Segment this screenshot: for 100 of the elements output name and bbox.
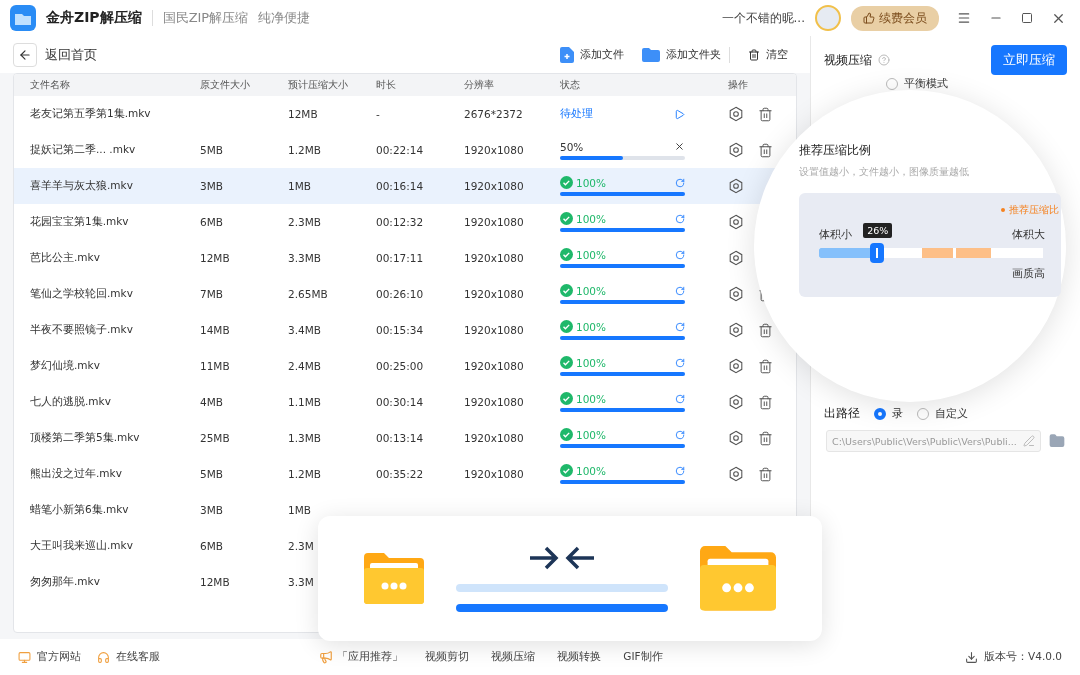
file-name: 匆匆那年.mkv xyxy=(30,575,101,589)
quality-label: 画质高 xyxy=(1012,266,1045,281)
footer-link[interactable]: 视频转换 xyxy=(557,650,602,664)
radio-label: 自定义 xyxy=(935,406,968,421)
folder-icon[interactable] xyxy=(1049,433,1065,449)
settings-icon[interactable] xyxy=(728,178,744,194)
menu-icon[interactable] xyxy=(957,11,971,25)
footer-link[interactable]: 视频压缩 xyxy=(491,650,536,664)
retry-icon[interactable] xyxy=(675,213,685,224)
trash-icon[interactable] xyxy=(758,106,773,122)
status-text: 100% xyxy=(576,284,608,297)
back-label[interactable]: 返回首页 xyxy=(45,45,97,64)
table-cell-text: 12MB xyxy=(200,576,231,588)
folder-icon xyxy=(364,553,424,604)
slider-tooltip: 26% xyxy=(863,223,893,238)
bullet-icon xyxy=(1001,208,1005,212)
trash-icon[interactable] xyxy=(758,322,773,338)
min-label: 体积小 xyxy=(819,227,852,242)
table-cell-text: 00:26:10 xyxy=(376,288,425,300)
app-name: 金舟ZIP解压缩 xyxy=(46,9,142,27)
column-header: 原文件大小 xyxy=(200,78,251,92)
close-icon[interactable] xyxy=(674,141,685,152)
max-label: 体积大 xyxy=(1012,227,1045,242)
file-name: 花园宝宝第1集.mkv xyxy=(30,215,130,229)
clear-button[interactable]: 清空 xyxy=(748,47,788,62)
trash-icon[interactable] xyxy=(758,358,773,374)
file-name: 七人的逃脱.mkv xyxy=(30,395,112,409)
retry-icon[interactable] xyxy=(675,357,685,368)
add-file-button[interactable]: 添加文件 xyxy=(560,46,624,63)
status-text: 100% xyxy=(576,428,608,441)
table-cell-text: 1920x1080 xyxy=(464,144,525,156)
check-icon xyxy=(560,428,573,441)
trash-icon[interactable] xyxy=(758,466,773,482)
radio[interactable] xyxy=(886,78,898,90)
settings-icon[interactable] xyxy=(728,430,744,446)
settings-icon[interactable] xyxy=(728,394,744,410)
table-cell-text: 2.65MB xyxy=(288,288,329,300)
radio[interactable] xyxy=(874,407,886,420)
footer-link[interactable]: 在线客服 xyxy=(97,650,160,664)
back-button[interactable] xyxy=(13,42,37,67)
settings-icon[interactable] xyxy=(728,214,744,230)
file-name: 蜡笔小新第6集.mkv xyxy=(30,503,130,517)
promo-label: 「应用推荐」 xyxy=(337,650,404,664)
play-icon[interactable] xyxy=(674,108,685,120)
table-cell-text: 12MB xyxy=(288,108,319,120)
table-cell-text: 1MB xyxy=(288,180,312,192)
table-cell-text: 1920x1080 xyxy=(464,288,525,300)
table-cell-text: 1.2MB xyxy=(288,468,322,480)
table-cell-text: 7MB xyxy=(200,288,224,300)
status-text: 100% xyxy=(576,320,608,333)
trash-icon[interactable] xyxy=(758,142,773,158)
settings-icon[interactable] xyxy=(728,358,744,374)
radio-label: 平衡模式 xyxy=(904,77,948,91)
check-icon xyxy=(560,464,573,477)
retry-icon[interactable] xyxy=(675,429,685,440)
table-cell-text: 1920x1080 xyxy=(464,324,525,336)
footer-link[interactable]: 官方网站 xyxy=(18,650,81,664)
trash-icon xyxy=(748,48,760,61)
column-header: 预计压缩大小 xyxy=(288,78,349,92)
table-cell-text: 4MB xyxy=(200,396,224,408)
settings-icon[interactable] xyxy=(728,322,744,338)
settings-icon[interactable] xyxy=(728,250,744,266)
radio[interactable] xyxy=(917,407,929,420)
check-icon xyxy=(560,320,573,333)
trash-icon[interactable] xyxy=(758,430,773,446)
check-icon xyxy=(560,392,573,405)
column-header: 状态 xyxy=(560,78,581,92)
compress-button[interactable]: 立即压缩 xyxy=(991,45,1067,75)
file-name: 喜羊羊与灰太狼.mkv xyxy=(30,179,134,193)
status-text: 100% xyxy=(576,248,608,261)
retry-icon[interactable] xyxy=(675,465,685,476)
table-cell-text: 1.3MB xyxy=(288,432,322,444)
footer-link[interactable]: GIF制作 xyxy=(623,650,663,664)
table-cell-text: 6MB xyxy=(200,216,224,228)
table-cell-text: 00:22:14 xyxy=(376,144,425,156)
retry-icon[interactable] xyxy=(675,285,685,296)
footer-link[interactable]: 视频剪切 xyxy=(425,650,470,664)
trash-icon[interactable] xyxy=(758,394,773,410)
file-name: 顶楼第二季第5集.mkv xyxy=(30,431,141,445)
table-cell-text: 00:16:14 xyxy=(376,180,425,192)
table-cell-text: 00:17:11 xyxy=(376,252,425,264)
retry-icon[interactable] xyxy=(675,321,685,332)
table-cell-text: 00:35:22 xyxy=(376,468,425,480)
version-link[interactable]: 版本号：V4.0.0 xyxy=(965,650,1062,664)
table-cell-text: 00:25:00 xyxy=(376,360,425,372)
slider-thumb[interactable] xyxy=(870,243,885,263)
table-cell-text: 00:13:14 xyxy=(376,432,425,444)
retry-icon[interactable] xyxy=(675,393,685,404)
retry-icon[interactable] xyxy=(675,177,685,188)
settings-icon[interactable] xyxy=(728,106,744,122)
table-cell-text: 1920x1080 xyxy=(464,216,525,228)
settings-icon[interactable] xyxy=(728,142,744,158)
add-folder-button[interactable]: 添加文件夹 xyxy=(642,47,721,62)
settings-icon[interactable] xyxy=(728,466,744,482)
settings-icon[interactable] xyxy=(728,286,744,302)
vip-button[interactable]: 续费会员 xyxy=(851,5,939,31)
maximize-icon[interactable] xyxy=(1021,12,1033,24)
check-icon xyxy=(560,356,573,369)
file-name: 笔仙之学校轮回.mkv xyxy=(30,287,134,301)
retry-icon[interactable] xyxy=(675,249,685,260)
